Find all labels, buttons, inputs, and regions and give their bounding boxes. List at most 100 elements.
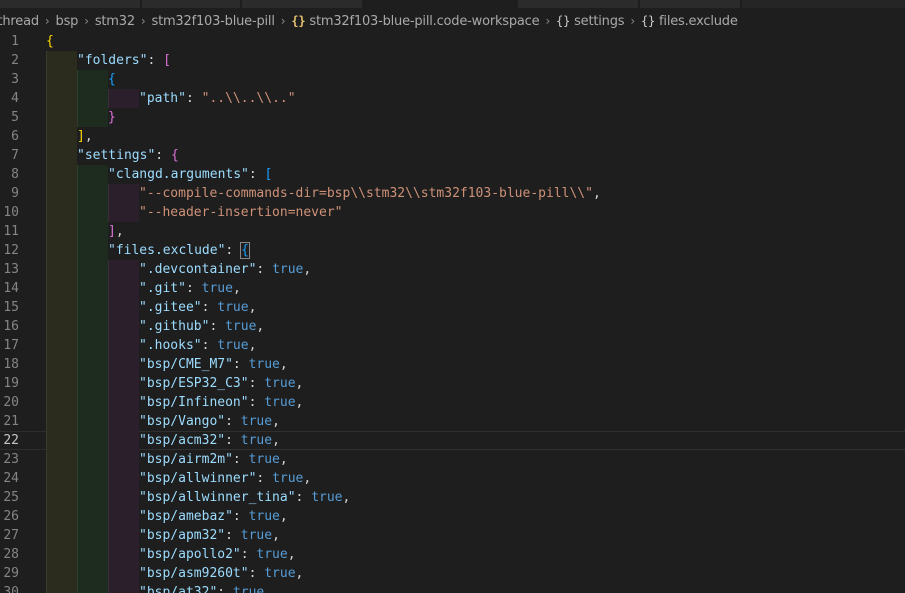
line-number: 1: [11, 34, 19, 49]
indent-guide: [108, 184, 139, 203]
breadcrumb-item-settings[interactable]: {} settings: [556, 14, 625, 29]
chevron-right-icon: ›: [44, 14, 50, 28]
indent-guide: [108, 393, 139, 412]
code-line[interactable]: 25 "bsp/allwinner_tina": true,: [0, 488, 905, 507]
code-line[interactable]: 27 "bsp/apm32": true,: [0, 526, 905, 545]
indent-guide: [108, 279, 139, 298]
indent-guide: [77, 526, 108, 545]
indent-guide: [108, 412, 139, 431]
indent-guide: [77, 89, 108, 108]
breadcrumb-item-folder[interactable]: stm32f103-blue-pill: [152, 14, 275, 29]
code-line[interactable]: 9 "--compile-commands-dir=bsp\\stm32\\stm…: [0, 184, 905, 203]
indent-guide: [46, 431, 77, 450]
line-number: 13: [3, 262, 19, 277]
breadcrumb-item-bsp[interactable]: bsp: [56, 14, 79, 29]
indent-guide: [46, 70, 77, 89]
code-text: "clangd.arguments": [: [108, 167, 273, 182]
indent-guide: [46, 393, 77, 412]
breadcrumb: -thread › bsp › stm32 › stm32f103-blue-p…: [0, 10, 905, 32]
line-number: 4: [11, 91, 19, 106]
chevron-right-icon: ›: [545, 14, 551, 28]
line-number: 22: [3, 433, 19, 448]
indent-guide: [77, 108, 108, 127]
breadcrumb-item-thread[interactable]: -thread: [0, 14, 39, 29]
code-line[interactable]: 15 ".gitee": true,: [0, 298, 905, 317]
code-line[interactable]: 8 "clangd.arguments": [: [0, 165, 905, 184]
code-line[interactable]: 13 ".devcontainer": true,: [0, 260, 905, 279]
code-line[interactable]: 3{: [0, 70, 905, 89]
indent-guide: [77, 488, 108, 507]
code-line[interactable]: 1{: [0, 32, 905, 51]
indent-guide: [46, 488, 77, 507]
line-number: 6: [11, 129, 19, 144]
code-line[interactable]: 7 "settings": {: [0, 146, 905, 165]
code-line[interactable]: 17 ".hooks": true,: [0, 336, 905, 355]
code-line[interactable]: 22 "bsp/acm32": true,: [0, 431, 905, 450]
tab-edge[interactable]: [0, 0, 140, 8]
code-text: ],: [77, 129, 93, 144]
tab-edge[interactable]: [242, 0, 362, 8]
code-line[interactable]: 20 "bsp/Infineon": true,: [0, 393, 905, 412]
line-number: 12: [3, 243, 19, 258]
indent-guide: [46, 583, 77, 593]
line-number: 17: [3, 338, 19, 353]
code-editor[interactable]: 1{2 "folders": [3{4 "path": "..\\..\\.." 5}…: [0, 32, 905, 593]
line-number: 26: [3, 509, 19, 524]
breadcrumb-item-workspace-file[interactable]: {} stm32f103-blue-pill.code-workspace: [291, 14, 539, 29]
indent-guide: [77, 279, 108, 298]
line-number: 3: [11, 72, 19, 87]
code-line[interactable]: 30 "bsp/at32": true,: [0, 583, 905, 593]
line-number: 23: [3, 452, 19, 467]
indent-guide: [46, 450, 77, 469]
tab-edge-active[interactable]: [366, 0, 516, 8]
indent-guide: [108, 298, 139, 317]
breadcrumb-item-files-exclude[interactable]: {} files.exclude: [641, 14, 738, 29]
indent-guide: [77, 469, 108, 488]
indent-guide: [77, 184, 108, 203]
indent-guide: [77, 298, 108, 317]
code-text: "bsp/asm9260t": true,: [139, 566, 304, 581]
code-line[interactable]: 24 "bsp/allwinner": true,: [0, 469, 905, 488]
chevron-right-icon: ›: [630, 14, 635, 28]
code-line[interactable]: 28 "bsp/apollo2": true,: [0, 545, 905, 564]
code-line[interactable]: 19 "bsp/ESP32_C3": true,: [0, 374, 905, 393]
code-text: "--header-insertion=never": [139, 205, 343, 220]
indent-guide: [77, 165, 108, 184]
code-line[interactable]: 10 "--header-insertion=never": [0, 203, 905, 222]
tab-edge[interactable]: [142, 0, 240, 8]
indent-guide: [108, 450, 139, 469]
code-line[interactable]: 12 "files.exclude": {: [0, 241, 905, 260]
line-number: 21: [3, 414, 19, 429]
code-line[interactable]: 21 "bsp/Vango": true,: [0, 412, 905, 431]
code-line[interactable]: 4 "path": "..\\..\\..": [0, 89, 905, 108]
line-number: 5: [11, 110, 19, 125]
breadcrumb-label: stm32f103-blue-pill: [151, 13, 275, 29]
line-number: 14: [3, 281, 19, 296]
code-line[interactable]: 6],: [0, 127, 905, 146]
indent-guide: [108, 526, 139, 545]
breadcrumb-item-stm32[interactable]: stm32: [95, 14, 135, 29]
indent-guide: [77, 355, 108, 374]
indent-guide: [46, 317, 77, 336]
indent-guide: [108, 355, 139, 374]
indent-guide: [46, 374, 77, 393]
code-text: "bsp/at32": true,: [139, 585, 273, 593]
code-line[interactable]: 14 ".git": true,: [0, 279, 905, 298]
indent-guide: [77, 241, 108, 260]
code-line[interactable]: 5}: [0, 108, 905, 127]
code-line[interactable]: 26 "bsp/amebaz": true,: [0, 507, 905, 526]
code-line[interactable]: 2 "folders": [: [0, 51, 905, 70]
indent-guide: [108, 431, 139, 450]
indent-guide: [108, 317, 139, 336]
line-number: 11: [3, 224, 19, 239]
tab-edge[interactable]: [640, 0, 740, 8]
line-number: 9: [11, 186, 19, 201]
code-line[interactable]: 18 "bsp/CME_M7": true,: [0, 355, 905, 374]
code-line[interactable]: 16 ".github": true,: [0, 317, 905, 336]
code-line[interactable]: 29 "bsp/asm9260t": true,: [0, 564, 905, 583]
indent-guide: [46, 127, 77, 146]
tab-edge[interactable]: [518, 0, 638, 8]
code-line[interactable]: 11],: [0, 222, 905, 241]
code-line[interactable]: 23 "bsp/airm2m": true,: [0, 450, 905, 469]
line-number: 19: [3, 376, 19, 391]
